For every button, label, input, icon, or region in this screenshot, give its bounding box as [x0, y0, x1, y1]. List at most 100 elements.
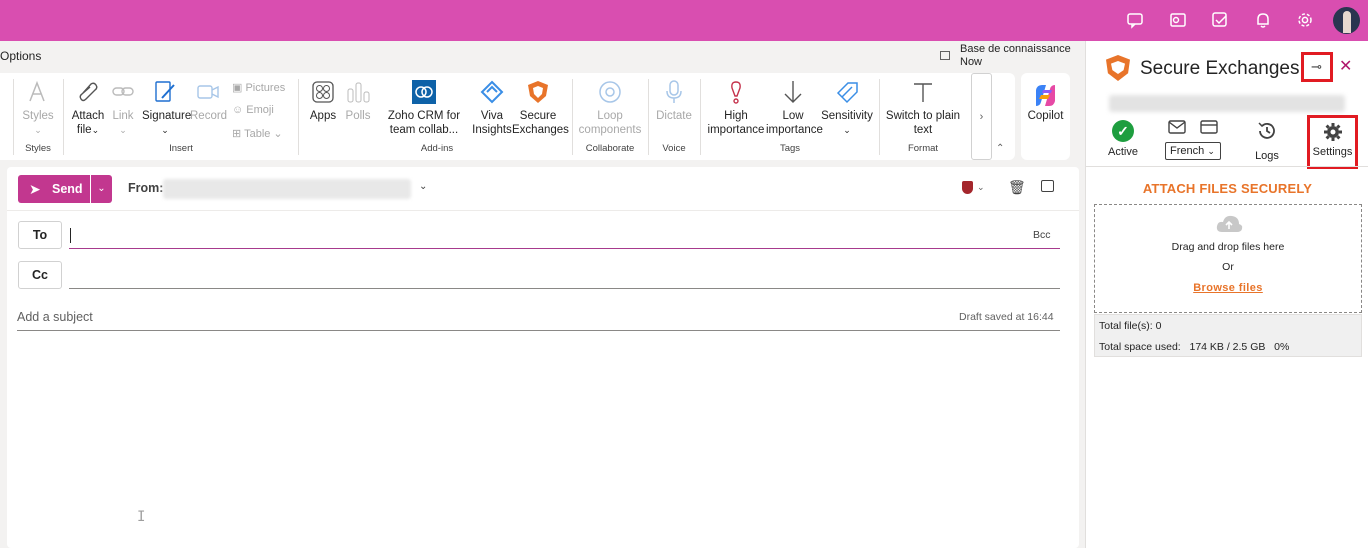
emoji-label: Emoji: [246, 104, 274, 116]
table-label: Table: [244, 128, 271, 140]
zoho-crm-button[interactable]: Zoho CRM for team collab...: [376, 79, 472, 137]
total-space-label: Total space used:: [1099, 341, 1181, 353]
sensitivity-icon: [836, 82, 858, 104]
options-tab[interactable]: Options: [0, 49, 41, 63]
group-tags: Tags: [779, 143, 801, 154]
loop-icon: [599, 81, 621, 103]
table-button[interactable]: ⊞ Table ⌄: [232, 127, 283, 140]
to-field[interactable]: [69, 248, 1060, 249]
plain-text-label: Switch to plain text: [885, 110, 961, 136]
apps-label: Apps: [309, 110, 337, 122]
card-mode-icon[interactable]: [1199, 120, 1219, 137]
low-importance-label: Low importance: [766, 110, 823, 136]
language-select[interactable]: French ⌄: [1165, 142, 1221, 160]
bcc-link[interactable]: Bcc: [1033, 229, 1051, 241]
secure-exchanges-icon: [528, 81, 548, 103]
apps-button[interactable]: Apps: [306, 79, 340, 123]
total-space-percent: 0%: [1274, 341, 1290, 353]
divider: [572, 79, 573, 155]
viva-label: Viva Insights: [472, 110, 512, 136]
or-label: Or: [1222, 261, 1234, 273]
send-button[interactable]: ➤ Send: [18, 175, 90, 203]
signature-button[interactable]: Signature ⌄: [142, 79, 192, 137]
sensitivity-button[interactable]: Sensitivity ⌄: [820, 79, 874, 137]
history-icon: [1258, 122, 1275, 139]
styles-button[interactable]: Styles ⌄: [18, 79, 58, 137]
check-icon: ✓: [1112, 120, 1134, 142]
send-icon: ➤: [29, 181, 41, 197]
top-bar: [0, 0, 1368, 41]
cloud-upload-icon: [1216, 215, 1243, 232]
attach-file-button[interactable]: Attach file⌄: [68, 79, 108, 137]
group-voice: Voice: [662, 143, 686, 154]
pin-button[interactable]: ⊸: [1301, 52, 1333, 82]
divider: [700, 79, 701, 155]
panel-title: Secure Exchanges: [1140, 58, 1300, 79]
file-drop-zone[interactable]: Drag and drop files here Or Browse files: [1094, 204, 1362, 313]
plain-text-button[interactable]: Switch to plain text: [884, 79, 962, 137]
send-options-button[interactable]: ⌄: [91, 175, 112, 203]
avatar[interactable]: [1333, 7, 1360, 34]
copilot-icon: [1036, 85, 1055, 106]
zoho-label: Zoho CRM for team collab...: [387, 110, 461, 136]
link-button[interactable]: Link ⌄: [108, 79, 138, 137]
copilot-button[interactable]: Copilot: [1021, 73, 1070, 160]
ribbon-scroll-right[interactable]: ›: [971, 73, 992, 160]
microphone-icon: [666, 80, 682, 103]
browse-files-link[interactable]: Browse files: [1095, 282, 1361, 294]
low-importance-button[interactable]: Low importance: [766, 79, 823, 137]
divider: [879, 79, 880, 155]
signature-label: Signature: [142, 110, 192, 122]
polls-label: Polls: [345, 110, 371, 122]
dictate-button[interactable]: Dictate: [654, 79, 694, 123]
emoji-button[interactable]: ☺ Emoji: [232, 104, 274, 116]
feedback-icon[interactable]: [1125, 11, 1145, 31]
settings-button[interactable]: Settings: [1307, 115, 1358, 169]
active-label: Active: [1108, 146, 1138, 158]
loop-components-button[interactable]: Loop components: [578, 79, 642, 137]
pictures-button[interactable]: ▣ Pictures: [232, 81, 285, 94]
attach-section-title: ATTACH FILES SECURELY: [1142, 181, 1313, 196]
discard-icon[interactable]: 🗑: [1008, 179, 1026, 196]
draft-status: Draft saved at 16:44: [959, 311, 1054, 323]
total-space: Total space used: 174 KB / 2.5 GB 0%: [1099, 341, 1289, 353]
sensitivity-label: Sensitivity: [821, 110, 873, 122]
email-mode-icon[interactable]: [1167, 120, 1187, 137]
gear-icon: [1324, 123, 1342, 141]
polls-button[interactable]: Polls: [342, 79, 374, 123]
close-icon[interactable]: ✕: [1339, 56, 1352, 76]
language-value: French: [1170, 145, 1205, 157]
settings-icon[interactable]: [1295, 11, 1315, 31]
logs-button[interactable]: Logs: [1252, 120, 1282, 162]
sensitivity-chevron-icon[interactable]: ⌄: [977, 182, 985, 193]
divider: [13, 79, 14, 155]
group-insert: Insert: [169, 143, 193, 154]
secure-exchanges-label: Secure Exchanges: [512, 110, 569, 136]
account-email-redacted: [1109, 95, 1345, 112]
active-status[interactable]: ✓ Active: [1108, 120, 1138, 158]
loop-label: Loop components: [578, 110, 642, 136]
cc-field[interactable]: [69, 288, 1060, 289]
file-stats: Total file(s): 0 Total space used: 174 K…: [1094, 314, 1362, 357]
divider: [7, 210, 1079, 211]
pictures-icon: ▣: [232, 82, 243, 94]
sensitivity-shield-icon[interactable]: [962, 181, 973, 194]
text-icon: [914, 83, 932, 102]
high-importance-button[interactable]: High importance: [706, 79, 766, 137]
secure-exchanges-button[interactable]: Secure Exchanges: [512, 79, 569, 137]
to-button[interactable]: To: [18, 221, 62, 249]
divider: [63, 79, 64, 155]
collapse-ribbon-icon[interactable]: ⌃: [996, 143, 1004, 154]
viva-insights-button[interactable]: Viva Insights: [472, 79, 512, 137]
record-button[interactable]: Record: [190, 79, 227, 123]
knowledge-base-time: Now: [960, 56, 983, 68]
popout-icon[interactable]: [1041, 180, 1054, 192]
bell-icon[interactable]: [1253, 11, 1273, 31]
secure-exchanges-logo-icon: [1106, 55, 1130, 81]
subject-input[interactable]: Add a subject: [17, 310, 93, 324]
apps-icon: [312, 81, 334, 103]
outlook-icon[interactable]: [1168, 11, 1188, 31]
cc-button[interactable]: Cc: [18, 261, 62, 289]
from-dropdown-icon[interactable]: ⌄: [419, 181, 427, 192]
tasks-icon[interactable]: [1210, 11, 1230, 31]
